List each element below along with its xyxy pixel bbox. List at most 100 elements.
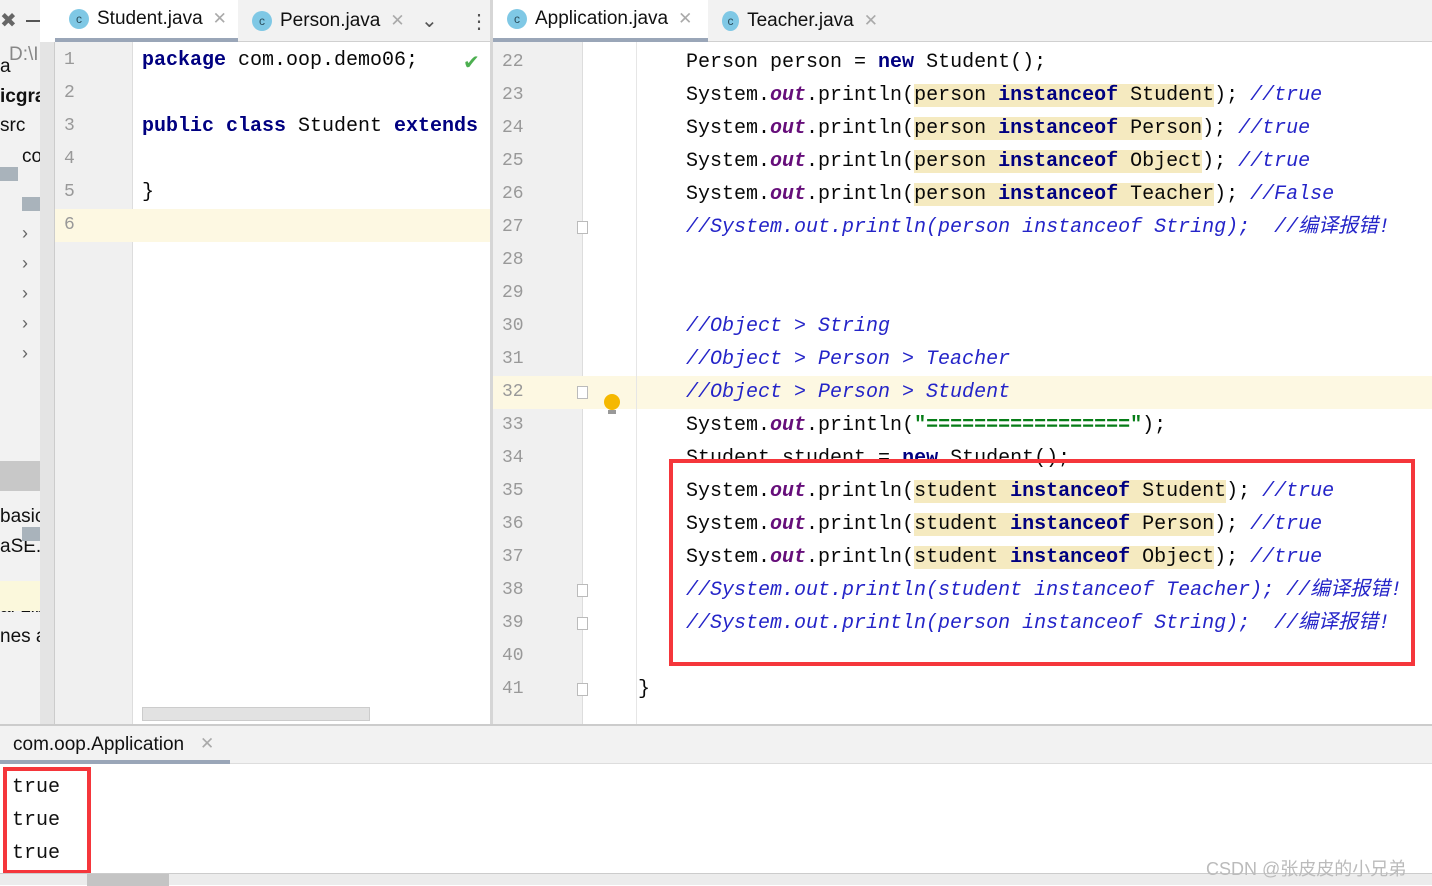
close-icon[interactable]: ✕ xyxy=(678,9,692,29)
code-token: out xyxy=(770,183,807,206)
chevron-right-icon[interactable]: › xyxy=(22,313,28,334)
line-number: 38 xyxy=(502,580,524,600)
chevron-right-icon[interactable]: › xyxy=(22,283,28,304)
code-token: class xyxy=(226,115,299,138)
line-number: 34 xyxy=(502,448,524,468)
project-scrollbar[interactable] xyxy=(40,42,55,724)
tab-person-java[interactable]: c Person.java ✕ xyxy=(238,0,408,42)
code-token: ); xyxy=(1214,84,1251,107)
current-line-highlight xyxy=(55,209,491,242)
code-token: Teacher xyxy=(1130,183,1215,206)
code-line[interactable]: } xyxy=(142,176,154,209)
left-editor[interactable]: 1 package com.oop.demo06; 2 3 public class S… xyxy=(55,42,491,724)
code-token: ); xyxy=(1214,183,1251,206)
project-item[interactable]: nes and xyxy=(0,626,40,648)
line-number: 22 xyxy=(502,52,524,72)
code-token: new xyxy=(878,51,927,74)
class-icon: c xyxy=(722,11,740,31)
line-number: 27 xyxy=(502,217,524,237)
tab-label: Person.java xyxy=(280,10,381,31)
code-token: System. xyxy=(590,117,771,140)
fold-marker-icon[interactable] xyxy=(577,221,588,234)
close-icon[interactable]: ✕ xyxy=(200,734,214,754)
run-tab-bar: com.oop.Application ✕ xyxy=(0,724,1432,764)
line-number: 40 xyxy=(502,646,524,666)
code-line[interactable]: System.out.println(person instanceof Tea… xyxy=(590,178,1334,211)
tab-student-java[interactable]: c Student.java ✕ xyxy=(55,0,238,42)
code-token: .println( xyxy=(806,414,915,437)
folder-icon xyxy=(22,197,40,211)
tab-application-java[interactable]: c Application.java ✕ xyxy=(493,0,708,42)
code-line[interactable]: System.out.println(person instanceof Stu… xyxy=(590,79,1322,112)
code-line[interactable]: package com.oop.demo06; xyxy=(142,44,418,77)
code-line[interactable]: //Object > Person > Student xyxy=(590,376,1010,409)
fold-marker-icon[interactable] xyxy=(577,584,588,597)
code-line[interactable]: //Object > String xyxy=(590,310,890,343)
code-token: .println( xyxy=(806,183,915,206)
code-token: System. xyxy=(590,150,771,173)
chevron-right-icon[interactable]: › xyxy=(22,223,28,244)
code-token: Person person = xyxy=(590,51,879,74)
fold-marker-icon[interactable] xyxy=(577,617,588,630)
chevron-right-icon[interactable]: › xyxy=(22,343,28,364)
check-icon: ✔ xyxy=(463,52,480,74)
more-options-icon[interactable]: ⋮ xyxy=(469,9,489,34)
code-line[interactable]: } xyxy=(590,673,650,706)
line-number: 32 xyxy=(502,382,524,402)
project-item[interactable]: src xyxy=(0,115,25,137)
highlighted-row xyxy=(0,581,40,611)
code-token: System. xyxy=(590,414,771,437)
line-number: 35 xyxy=(502,481,524,501)
run-tab[interactable]: com.oop.Application ✕ xyxy=(0,726,230,764)
code-token: //System.out.println(person instanceof S… xyxy=(590,216,1391,239)
code-line[interactable]: System.out.println("================="); xyxy=(590,409,1166,442)
line-number: 6 xyxy=(64,215,75,235)
class-icon: c xyxy=(507,9,527,29)
chevron-down-icon[interactable]: ⌄ xyxy=(421,8,438,33)
minimize-icon[interactable] xyxy=(26,20,40,22)
code-token: } xyxy=(590,678,651,701)
line-number: 5 xyxy=(64,182,75,202)
folder-icon xyxy=(22,527,40,541)
close-panel-icon[interactable]: ✖ xyxy=(0,8,17,33)
code-token: instanceof xyxy=(998,183,1131,206)
project-item[interactable]: basicgr xyxy=(0,506,40,528)
code-token: Student xyxy=(298,115,395,138)
code-token: ); xyxy=(1202,150,1239,173)
code-token: instanceof xyxy=(998,117,1131,140)
project-item[interactable]: a xyxy=(0,56,11,78)
code-token: //true xyxy=(1250,84,1323,107)
code-line[interactable]: System.out.println(person instanceof Obj… xyxy=(590,145,1310,178)
code-token: //true xyxy=(1238,117,1311,140)
tab-label: Application.java xyxy=(535,8,669,29)
code-token: person xyxy=(914,84,999,107)
project-item[interactable]: icgram xyxy=(0,86,40,108)
project-item[interactable]: com xyxy=(22,146,40,168)
line-number: 25 xyxy=(502,151,524,171)
code-line[interactable]: //System.out.println(person instanceof S… xyxy=(590,211,1390,244)
line-number: 41 xyxy=(502,679,524,699)
close-icon[interactable]: ✕ xyxy=(390,11,404,31)
lightbulb-icon[interactable] xyxy=(604,394,620,410)
line-number: 2 xyxy=(64,83,75,103)
code-token: .println( xyxy=(806,117,915,140)
tab-teacher-java[interactable]: c Teacher.java ✕ xyxy=(708,0,878,42)
selected-row xyxy=(0,461,40,491)
active-tool-button[interactable] xyxy=(87,874,169,886)
code-line[interactable]: Person person = new Student(); xyxy=(590,46,1046,79)
lightbulb-base xyxy=(608,410,616,414)
code-token: person xyxy=(914,150,999,173)
horizontal-scrollbar[interactable] xyxy=(142,707,370,721)
close-icon[interactable]: ✕ xyxy=(213,9,227,29)
chevron-right-icon[interactable]: › xyxy=(22,253,28,274)
code-token: person xyxy=(914,117,999,140)
close-icon[interactable]: ✕ xyxy=(864,11,878,31)
fold-marker-icon[interactable] xyxy=(577,386,588,399)
fold-marker-icon[interactable] xyxy=(577,683,588,696)
code-line[interactable]: //Object > Person > Teacher xyxy=(590,343,1010,376)
code-line[interactable]: public class Student extends xyxy=(142,110,478,143)
code-token: instanceof xyxy=(998,84,1131,107)
code-line[interactable]: System.out.println(person instanceof Per… xyxy=(590,112,1310,145)
code-token: instanceof xyxy=(998,150,1131,173)
line-number: 31 xyxy=(502,349,524,369)
